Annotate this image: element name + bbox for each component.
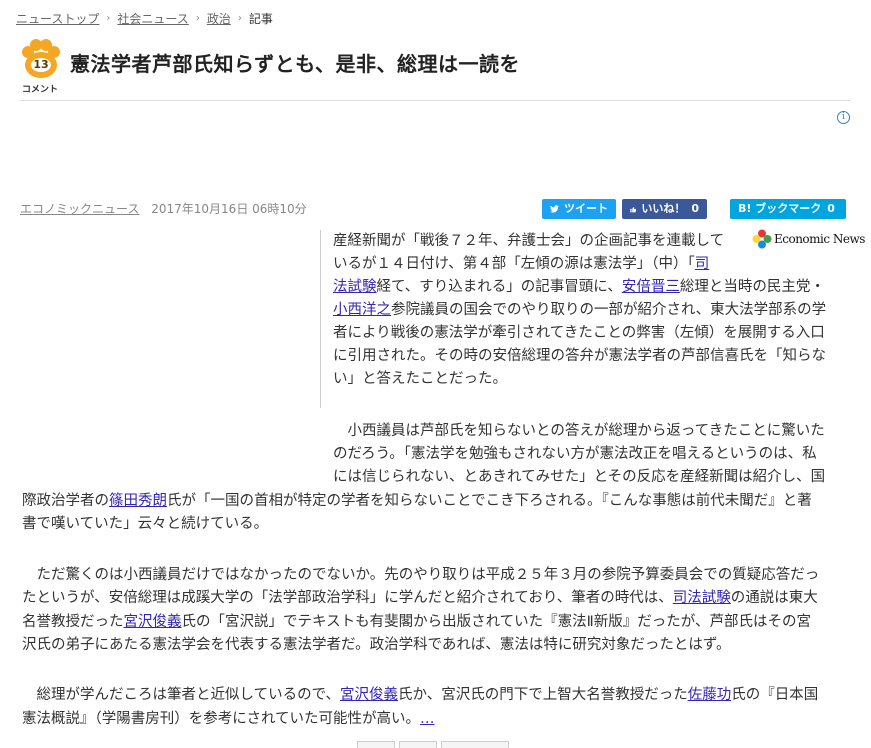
article-meta: エコノミックニュース 2017年10月16日 06時10分 xyxy=(20,200,307,217)
article-text-line: には信じられない、とあきれてみせた」とその反応を産経新聞は紹介し、国 xyxy=(333,469,826,486)
article-keyword-link[interactable]: 小西洋之 xyxy=(333,302,391,318)
like-button[interactable]: いいね！ 0 xyxy=(622,199,707,219)
article-text-line: 者により戦後の憲法学が牽引されてきたことの弊害（左傾）を展開する入口 xyxy=(333,325,825,341)
article-keyword-link[interactable]: 司法試験 xyxy=(673,590,731,606)
twitter-bird-icon xyxy=(550,205,559,213)
title-divider xyxy=(20,100,850,101)
thumbs-up-icon xyxy=(630,206,637,212)
tweet-label: ツイート xyxy=(564,202,608,215)
pagination-item[interactable] xyxy=(357,741,395,748)
article-title: 憲法学者芦部氏知らずとも、是非、総理は一読を xyxy=(70,52,520,76)
breadcrumb-politics[interactable]: 政治 xyxy=(207,10,231,27)
article-text-line: に引用された。その時の安倍総理の答弁が憲法学者の芦部信喜氏を「知らな xyxy=(333,348,826,364)
breadcrumb-social-news[interactable]: 社会ニュース xyxy=(117,10,188,27)
article-keyword-link[interactable]: 宮沢俊義 xyxy=(124,614,182,630)
hatena-bookmark-button[interactable]: B! ブックマーク 0 xyxy=(730,199,846,219)
article-keyword-link[interactable]: 篠田秀朗 xyxy=(109,493,167,509)
info-icon[interactable]: i xyxy=(837,111,850,124)
pagination-item[interactable] xyxy=(441,741,509,748)
pagination-item[interactable] xyxy=(399,741,437,748)
comment-label: コメント xyxy=(22,85,59,95)
source-link[interactable]: エコノミックニュース xyxy=(20,202,139,216)
bookmark-count: 0 xyxy=(827,202,835,215)
article-keyword-link[interactable]: 司 xyxy=(695,256,710,272)
article-keyword-link[interactable]: 佐藤功 xyxy=(688,687,732,703)
breadcrumb-news-top[interactable]: ニューストップ xyxy=(16,10,99,27)
bookmark-label: B! ブックマーク xyxy=(738,202,822,215)
ad-area-divider xyxy=(320,230,321,408)
article-keyword-link[interactable]: 宮沢俊義 xyxy=(340,687,398,703)
article-text-line: い」と答えたことだった。 xyxy=(333,371,507,387)
breadcrumb: ニューストップ › 社会ニュース › 政治 › 記事 xyxy=(16,10,273,27)
article-text-line: 法試験経て、すり込まれる」の記事冒頭に、安倍晋三総理と当時の民主党・ xyxy=(333,279,825,295)
article-text-line: 小西洋之参院議員の国会でのやり取りの一部が紹介され、東大法学部系の学 xyxy=(333,302,827,318)
like-count: 0 xyxy=(691,202,699,215)
breadcrumb-chevron-icon: › xyxy=(106,13,111,24)
comment-count-badge[interactable]: 13 コメント xyxy=(20,38,64,95)
comment-count: 13 xyxy=(33,58,49,71)
article-text-line: いるが１４日付け、第４部「左傾の源は憲法学」（中）「司 xyxy=(333,256,710,272)
article-text-line: 際政治学者の篠田秀朗氏が「一国の首相が特定の学者を知らないことでこき下ろされる。… xyxy=(22,492,812,509)
article-text-line: のだろう。「憲法学を勉強もされない方が憲法改正を唱えるというのは、私 xyxy=(333,446,817,463)
article-text-line: 名誉教授だった宮沢俊義氏の「宮沢説」でテキストも有斐閣から出版されていた『憲法Ⅱ… xyxy=(22,613,811,630)
article-text-line: 書で嘆いていた」云々と続けている。 xyxy=(22,515,269,532)
article-text-line: たというが、安倍総理は成蹊大学の「法学部政治学科」に学んだと紹介されており、筆者… xyxy=(22,590,818,607)
breadcrumb-current: 記事 xyxy=(248,12,273,26)
like-label: いいね！ xyxy=(641,202,686,215)
article-text-line: 産経新聞が「戦後７２年、弁護士会」の企画記事を連載して xyxy=(333,233,725,249)
article-text-line: 総理が学んだころは筆者と近似しているので、宮沢俊義氏か、宮沢氏の門下で上智大名誉… xyxy=(22,687,819,703)
article-keyword-link[interactable]: 安倍晋三 xyxy=(622,279,680,295)
article-text-line: 小西議員は芦部氏を知らないとの答えが総理から返ってきたことに驚いた xyxy=(333,423,825,439)
tweet-button[interactable]: ツイート xyxy=(542,199,616,219)
publisher-logo-text: Economic News xyxy=(774,232,865,246)
article-text-line: 沢氏の弟子にあたる憲法学会を代表する憲法学者だ。政治学科であれば、憲法は特に研究… xyxy=(22,636,731,653)
economic-news-logo-icon xyxy=(752,229,772,249)
breadcrumb-chevron-icon: › xyxy=(195,13,200,24)
breadcrumb-chevron-icon: › xyxy=(237,13,242,24)
article-text-line: ただ驚くのは小西議員だけではなかったのでないか。先のやり取りは平成２５年３月の参… xyxy=(22,567,820,583)
publisher-logo: Economic News xyxy=(752,229,865,249)
publish-datetime: 2017年10月16日 06時10分 xyxy=(151,202,307,216)
article-text-line: 憲法概説』（学陽書房刊）を参考にされていた可能性が高い。… xyxy=(22,710,435,727)
article-keyword-link[interactable]: 法試験 xyxy=(333,279,377,295)
article-keyword-link[interactable]: … xyxy=(420,711,435,727)
